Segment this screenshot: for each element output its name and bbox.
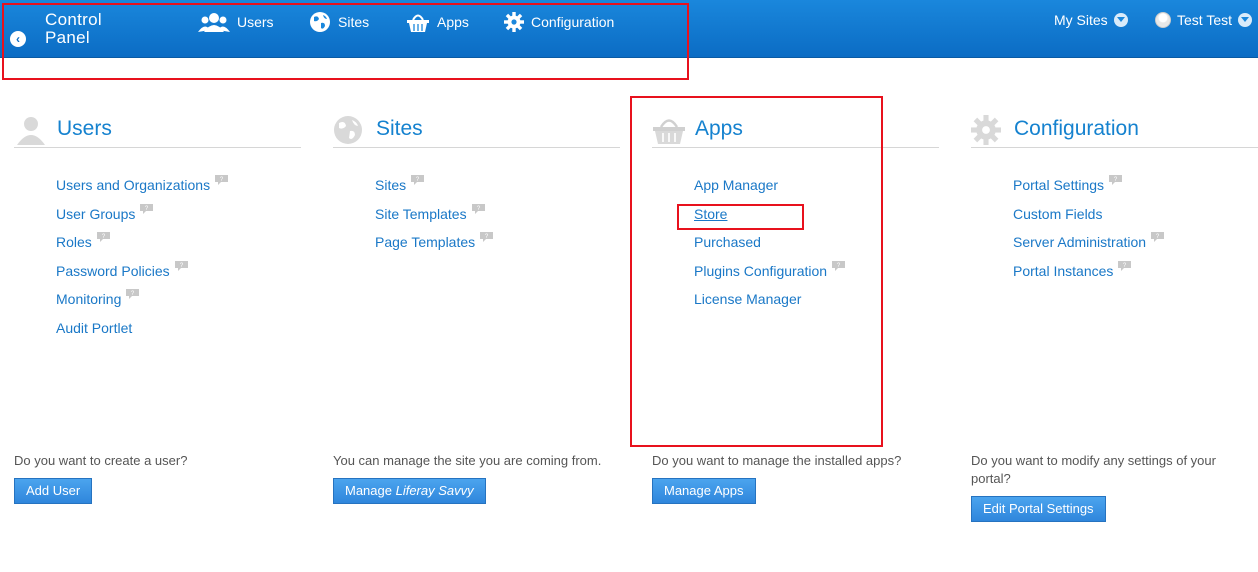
link-plugins-configuration[interactable]: Plugins Configuration? — [694, 260, 846, 292]
apps-question: Do you want to manage the installed apps… — [652, 453, 902, 468]
configuration-question-line-2: portal? — [971, 471, 1011, 486]
link-license-manager[interactable]: License Manager — [694, 291, 846, 320]
sites-question: You can manage the site you are coming f… — [333, 453, 602, 468]
help-icon[interactable]: ? — [139, 203, 154, 215]
back-arrow-icon[interactable]: ‹ — [10, 31, 26, 47]
link-users-and-organizations[interactable]: Users and Organizations? — [56, 174, 229, 206]
link-server-administration[interactable]: Server Administration? — [1013, 231, 1165, 263]
nav-sites[interactable]: Sites — [309, 10, 369, 34]
globe-icon — [334, 116, 362, 144]
help-icon[interactable]: ? — [1108, 174, 1123, 186]
configuration-question: Do you want to modify any settings of yo… — [971, 452, 1216, 488]
brand-line-1: Control — [45, 10, 102, 29]
users-column: Users Users and Organizations? User Grou… — [14, 113, 301, 336]
apps-links: App Manager Store Purchased Plugins Conf… — [694, 177, 846, 320]
users-title: Users — [57, 117, 112, 140]
sites-links: Sites? Site Templates? Page Templates? — [375, 174, 494, 263]
link-portal-instances[interactable]: Portal Instances? — [1013, 260, 1165, 292]
configuration-title: Configuration — [1014, 117, 1139, 140]
globe-icon — [310, 12, 330, 32]
help-icon[interactable]: ? — [214, 174, 229, 186]
configuration-column: Configuration Portal Settings? Custom Fi… — [971, 113, 1258, 279]
apps-column: Apps App Manager Store Purchased Plugins… — [652, 113, 939, 307]
link-custom-fields[interactable]: Custom Fields — [1013, 206, 1165, 235]
nav-sites-label: Sites — [338, 14, 370, 30]
gear-icon — [971, 115, 1001, 145]
manage-site-name: Liferay Savvy — [395, 483, 474, 498]
nav-configuration[interactable]: Configuration — [504, 10, 614, 34]
chevron-down-icon — [1113, 13, 1128, 27]
users-icon — [198, 13, 230, 32]
users-question: Do you want to create a user? — [14, 453, 188, 468]
users-links: Users and Organizations? User Groups? Ro… — [56, 174, 229, 349]
sites-header: Sites — [333, 113, 620, 148]
nav-apps[interactable]: Apps — [406, 10, 469, 34]
user-menu[interactable]: Test Test — [1155, 12, 1252, 28]
configuration-question-line-1: Do you want to modify any settings of yo… — [971, 453, 1216, 468]
users-icon — [17, 117, 45, 145]
sites-title: Sites — [376, 117, 423, 140]
top-bar: ‹ Control Panel Users Sites Apps Configu… — [0, 0, 1258, 58]
link-store[interactable]: Store — [694, 206, 846, 235]
add-user-button[interactable]: Add User — [14, 478, 93, 504]
link-audit-portlet[interactable]: Audit Portlet — [56, 320, 229, 349]
apps-header: Apps — [652, 113, 939, 148]
avatar — [1155, 12, 1171, 28]
link-page-templates[interactable]: Page Templates? — [375, 231, 494, 263]
link-password-policies[interactable]: Password Policies? — [56, 260, 229, 292]
sites-column: Sites Sites? Site Templates? Page Templa… — [333, 113, 620, 250]
basket-icon — [653, 119, 685, 144]
chevron-down-icon — [1238, 13, 1252, 27]
link-portal-settings[interactable]: Portal Settings? — [1013, 174, 1165, 206]
user-name: Test Test — [1177, 12, 1232, 28]
help-icon[interactable]: ? — [125, 288, 140, 300]
help-icon[interactable]: ? — [1150, 231, 1165, 243]
my-sites-label: My Sites — [1054, 12, 1108, 28]
help-icon[interactable]: ? — [831, 260, 846, 272]
help-icon[interactable]: ? — [410, 174, 425, 186]
nav-users[interactable]: Users — [198, 10, 274, 34]
basket-icon — [407, 14, 429, 32]
brand-line-2: Panel — [45, 28, 90, 47]
manage-site-button[interactable]: Manage Liferay Savvy — [333, 478, 486, 504]
apps-title: Apps — [695, 117, 743, 140]
help-icon[interactable]: ? — [174, 260, 189, 272]
help-icon[interactable]: ? — [471, 203, 486, 215]
nav-apps-label: Apps — [437, 14, 469, 30]
gear-icon — [504, 12, 524, 32]
manage-site-prefix: Manage — [345, 483, 396, 498]
help-icon[interactable]: ? — [479, 231, 494, 243]
link-app-manager[interactable]: App Manager — [694, 177, 846, 206]
nav-users-label: Users — [237, 14, 274, 30]
configuration-links: Portal Settings? Custom Fields Server Ad… — [1013, 174, 1165, 292]
link-sites[interactable]: Sites? — [375, 174, 494, 206]
help-icon[interactable]: ? — [1117, 260, 1132, 272]
users-header: Users — [14, 113, 301, 148]
link-monitoring[interactable]: Monitoring? — [56, 288, 229, 320]
configuration-header: Configuration — [971, 113, 1258, 148]
edit-portal-settings-button[interactable]: Edit Portal Settings — [971, 496, 1106, 522]
manage-apps-button[interactable]: Manage Apps — [652, 478, 756, 504]
help-icon[interactable]: ? — [96, 231, 111, 243]
link-site-templates[interactable]: Site Templates? — [375, 203, 494, 235]
link-roles[interactable]: Roles? — [56, 231, 229, 263]
link-user-groups[interactable]: User Groups? — [56, 203, 229, 235]
nav-configuration-label: Configuration — [531, 14, 615, 30]
link-purchased[interactable]: Purchased — [694, 234, 846, 263]
my-sites-menu[interactable]: My Sites — [1054, 12, 1128, 28]
control-panel-title: Control Panel — [45, 11, 102, 47]
